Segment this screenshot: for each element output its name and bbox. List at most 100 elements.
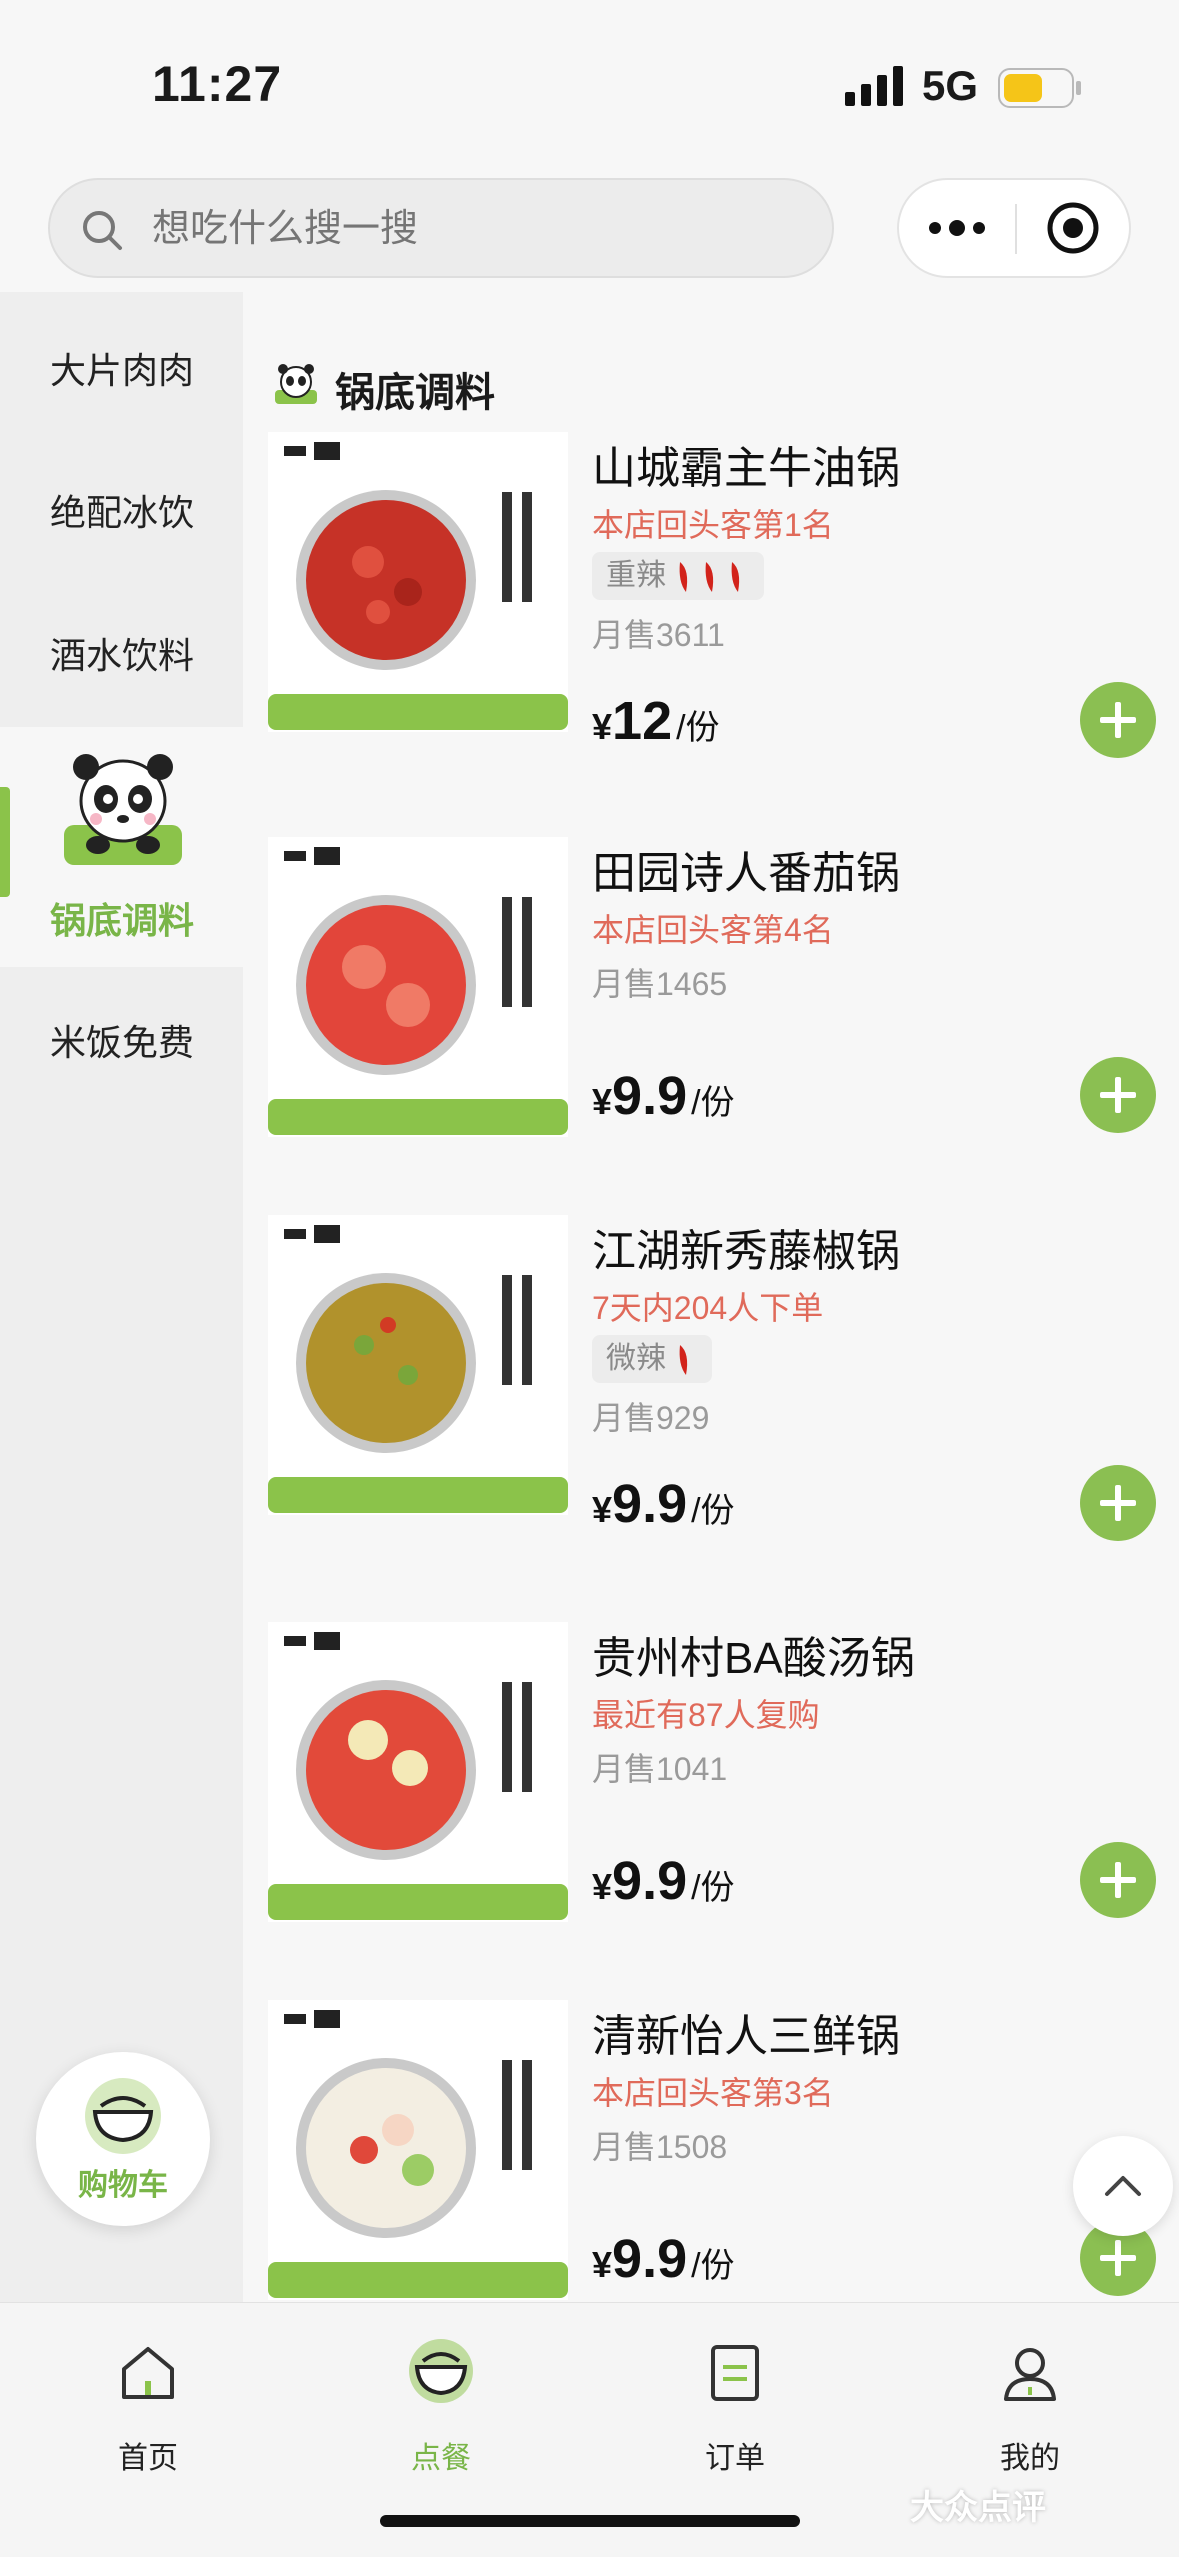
more-dots-icon [929,220,985,236]
currency-symbol: ¥ [592,1866,613,1907]
signal-icon [845,66,903,106]
home-icon [122,2347,174,2399]
product-tag: 7天内204人下单 [592,1290,824,1326]
add-to-cart-button[interactable] [1080,1057,1156,1133]
sidebar-item-beverages[interactable]: 酒水饮料 [0,627,243,707]
plus-icon [1100,1077,1136,1113]
sour-soup-hotpot-image [268,1632,568,1920]
search-input[interactable] [150,180,794,278]
category-sidebar: 大片肉肉 绝配冰饮 酒水饮料 锅底调料 米饭免费 [0,292,243,2302]
green-pepper-hotpot-image [268,1225,568,1513]
monthly-sales: 月售1465 [592,966,728,1002]
product-image [268,1215,568,1515]
section-title: 锅底调料 [335,371,495,415]
plus-icon [1100,2240,1136,2276]
product-tag: 本店回头客第3名 [592,2075,834,2111]
home-indicator [380,2515,800,2527]
currency-symbol: ¥ [592,706,613,747]
product-card[interactable]: 田园诗人番茄锅 本店回头客第4名 月售1465 ¥9.9/份 [268,837,1158,1157]
product-card[interactable]: 清新怡人三鲜锅 本店回头客第3名 月售1508 ¥9.9/份 [268,2000,1158,2302]
product-name: 山城霸主牛油锅 [592,444,900,493]
tab-label: 我的 [1000,2442,1060,2475]
product-card[interactable]: 贵州村BA酸汤锅 最近有87人复购 月售1041 ¥9.9/份 [268,1622,1158,1942]
plus-icon [1100,702,1136,738]
battery-icon [998,68,1081,108]
sidebar-item-label: 绝配冰饮 [50,492,195,533]
beef-tallow-hotpot-image [268,442,568,730]
dianping-watermark: 大众点评 [910,2489,1046,2527]
tab-orders[interactable]: 订单 [655,2323,815,2475]
sidebar-item-free-rice[interactable]: 米饭免费 [0,1014,243,1094]
sidebar-item-label: 大片肉肉 [50,350,195,391]
price-unit: /份 [691,2247,735,2285]
plus-icon [1100,1485,1136,1521]
spice-badge: 重辣 [592,552,764,600]
product-name: 贵州村BA酸汤锅 [592,1634,915,1683]
spice-label: 微辣 [606,1342,666,1375]
sidebar-active-indicator [0,787,10,897]
search-icon [83,211,122,250]
product-name: 田园诗人番茄锅 [592,849,900,898]
product-image [268,432,568,732]
product-price: ¥12/份 [592,690,720,752]
chevron-up-icon [1105,2176,1141,2196]
currency-symbol: ¥ [592,1081,613,1122]
hotpot-bowl-icon [409,2339,473,2403]
add-to-cart-button[interactable] [1080,682,1156,758]
price-unit: /份 [691,1869,735,1907]
monthly-sales: 月售1508 [592,2129,728,2165]
product-card[interactable]: 山城霸主牛油锅 本店回头客第1名 重辣 月售3611 ¥12/份 [268,432,1158,758]
tab-profile[interactable]: 我的 [950,2323,1110,2475]
tab-home[interactable]: 首页 [68,2323,228,2475]
add-to-cart-button[interactable] [1080,1842,1156,1918]
product-list: 锅底调料 山城霸主牛油锅 本店回头客第1名 重辣 月售3611 ¥12/份 田园… [243,292,1179,2302]
product-price: ¥9.9/份 [592,1850,735,1912]
product-price: ¥9.9/份 [592,2228,735,2290]
tab-label: 点餐 [411,2442,471,2475]
cart-label: 购物车 [78,2169,168,2202]
status-time: 11:27 [152,56,283,112]
monthly-sales: 月售929 [592,1400,710,1436]
price-unit: /份 [691,1492,735,1530]
add-to-cart-button[interactable] [1080,1465,1156,1541]
tab-order-food[interactable]: 点餐 [361,2323,521,2475]
monthly-sales: 月售1041 [592,1751,728,1787]
product-name: 清新怡人三鲜锅 [592,2012,900,2061]
product-tag: 最近有87人复购 [592,1697,820,1733]
search-bar[interactable] [48,178,834,278]
three-delicacies-hotpot-image [268,2010,568,2298]
tomato-hotpot-image [268,847,568,1135]
price-value: 9.9 [612,2229,688,2289]
product-image [268,837,568,1137]
panda-small-icon [275,364,317,404]
product-tag: 本店回头客第1名 [592,507,834,543]
product-image [268,2000,568,2300]
order-list-icon [711,2345,759,2401]
panda-mascot-icon [64,754,182,865]
close-miniprogram-button[interactable] [1017,180,1129,276]
more-button[interactable] [899,180,1015,276]
currency-symbol: ¥ [592,2244,613,2285]
sidebar-item-label: 米饭免费 [50,1022,195,1063]
price-value: 9.9 [612,1851,688,1911]
product-name: 江湖新秀藤椒锅 [592,1227,900,1276]
plus-icon [1100,1862,1136,1898]
product-card[interactable]: 江湖新秀藤椒锅 7天内204人下单 微辣 月售929 ¥9.9/份 [268,1215,1158,1541]
price-unit: /份 [676,709,720,747]
product-tag: 本店回头客第4名 [592,912,834,948]
price-value: 9.9 [612,1066,688,1126]
miniprogram-capsule [897,178,1131,278]
cart-button[interactable]: 购物车 [36,2052,210,2226]
network-label: 5G [922,62,979,109]
price-value: 12 [612,691,673,751]
user-icon [1004,2348,1056,2401]
spice-badge: 微辣 [592,1335,712,1383]
sidebar-item-meat[interactable]: 大片肉肉 [0,342,243,422]
product-price: ¥9.9/份 [592,1473,735,1535]
scroll-to-top-button[interactable] [1073,2136,1173,2236]
status-bar: 11:27 5G [0,0,1179,170]
product-image [268,1622,568,1922]
spice-label: 重辣 [606,559,666,592]
tab-label: 订单 [705,2442,765,2475]
sidebar-item-cold-drinks[interactable]: 绝配冰饮 [0,484,243,564]
